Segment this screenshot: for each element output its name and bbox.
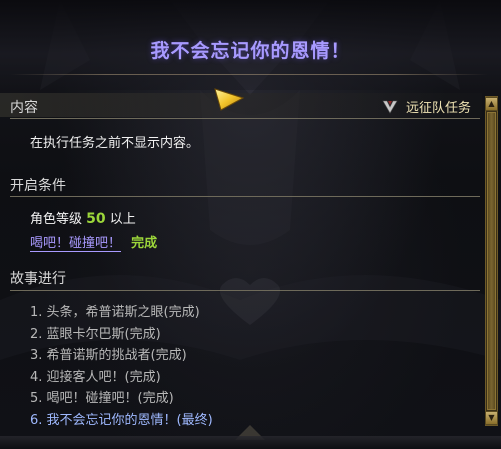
story-item: 4. 迎接客人吧！(完成) <box>30 369 161 385</box>
bottom-decoration <box>0 436 501 449</box>
scroll-up-button[interactable]: ▲ <box>485 97 498 111</box>
prereq-status: 完成 <box>131 236 158 251</box>
prereq-quest-link[interactable]: 喝吧！碰撞吧！ <box>30 236 122 252</box>
content-header-line <box>10 118 480 119</box>
story-header: 故事进行 <box>10 271 66 287</box>
scroll-down-arrow-icon: ▼ <box>488 413 495 422</box>
level-requirement: 角色等级 50 以上 <box>30 208 136 227</box>
title-divider <box>10 74 488 75</box>
quest-marker-icon <box>214 88 245 111</box>
story-item-current: 6. 我不会忘记你的恩情！(最终) <box>30 412 213 428</box>
level-value: 50 <box>86 211 106 227</box>
story-item: 5. 喝吧！碰撞吧！(完成) <box>30 391 174 406</box>
content-header: 内容 <box>10 100 38 116</box>
expedition-emblem-icon <box>382 100 398 114</box>
scrollbar-thumb[interactable] <box>487 112 496 410</box>
scroll-up-arrow-icon: ▲ <box>488 99 495 108</box>
story-item: 3. 希普诺斯的挑战者(完成) <box>30 348 187 363</box>
story-item: 1. 头条，希普诺斯之眼(完成) <box>30 305 200 320</box>
content-text: 在执行任务之前不显示内容。 <box>30 136 200 151</box>
level-suffix: 以上 <box>109 212 136 227</box>
conditions-header: 开启条件 <box>10 178 66 194</box>
quest-title: 我不会忘记你的恩情！ <box>150 40 351 62</box>
conditions-header-line <box>10 196 480 197</box>
story-list: 1. 头条，希普诺斯之眼(完成) 2. 蓝眼卡尔巴斯(完成) 3. 希普诺斯的挑… <box>30 302 213 431</box>
quest-detail-panel: 我不会忘记你的恩情！ 内容 远征队任务 在执行任务之前不显示内容。 开启条件 角… <box>0 0 501 449</box>
quest-type-label: 远征队任务 <box>405 101 471 116</box>
level-label: 角色等级 <box>30 212 83 227</box>
scroll-down-button[interactable]: ▼ <box>485 411 498 425</box>
quest-type: 远征队任务 <box>382 97 471 116</box>
prerequisite-quest: 喝吧！碰撞吧！ 完成 <box>30 232 158 252</box>
story-item: 2. 蓝眼卡尔巴斯(完成) <box>30 326 161 342</box>
story-header-line <box>10 290 480 291</box>
